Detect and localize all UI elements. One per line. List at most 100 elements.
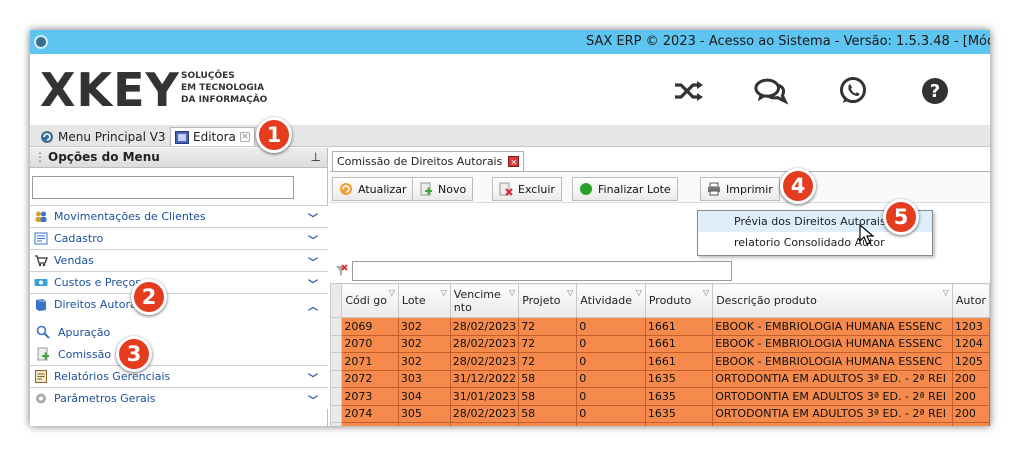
- clear-filter-icon[interactable]: [334, 263, 348, 277]
- table-cell[interactable]: 2070: [341, 335, 399, 353]
- col-header-codigo[interactable]: Códi go ▽: [341, 283, 399, 318]
- atualizar-button[interactable]: Atualizar: [332, 177, 414, 201]
- tab-comissao-direitos[interactable]: Comissão de Direitos Autorais ✕: [332, 151, 525, 171]
- table-cell[interactable]: 31/12/2022: [449, 370, 520, 388]
- table-row[interactable]: 2069 302 28/02/2023 72 0 1661 EBOOK - EMBRIOLO…: [329, 317, 990, 336]
- table-cell[interactable]: 0: [576, 370, 646, 388]
- menu-item-movimentacoes[interactable]: Movimentações de Clientes ﹀: [30, 205, 328, 227]
- menu-item-relatorio-consolidado[interactable]: relatorio Consolidado Autor: [698, 232, 932, 253]
- table-cell[interactable]: 28/02/2023: [449, 352, 520, 371]
- table-cell[interactable]: 200: [951, 405, 990, 423]
- table-cell[interactable]: 2071: [341, 352, 399, 371]
- table-cell[interactable]: 28/02/2023: [449, 422, 520, 426]
- table-cell[interactable]: 305: [397, 405, 451, 423]
- table-cell[interactable]: 2074: [341, 405, 399, 423]
- table-cell[interactable]: 58: [518, 405, 578, 423]
- imprimir-button[interactable]: Imprimir: [700, 177, 780, 201]
- table-cell[interactable]: 200: [951, 387, 990, 406]
- table-cell[interactable]: ORTODONTIA EM ADULTOS 3ª ED. - 2ª REI: [712, 370, 953, 388]
- menu-search-input[interactable]: [32, 176, 294, 199]
- menu-item-vendas[interactable]: Vendas ﹀: [30, 249, 328, 271]
- table-cell[interactable]: 303: [397, 370, 451, 388]
- table-cell[interactable]: 1204: [951, 335, 990, 353]
- submenu-item-apuracao[interactable]: Apuração: [30, 321, 328, 343]
- table-cell[interactable]: 200: [951, 422, 990, 426]
- menu-item-direitos-autorais[interactable]: Direitos Autorais ︿: [30, 293, 328, 315]
- table-cell[interactable]: 1661: [644, 317, 714, 336]
- table-cell[interactable]: 2072: [341, 370, 399, 388]
- table-cell[interactable]: 0: [576, 422, 646, 426]
- table-cell[interactable]: 1661: [644, 335, 714, 353]
- grid-filter-input[interactable]: [352, 261, 732, 281]
- table-cell[interactable]: ORTODONTIA OBJETIVA 2ª EDICAO 2ª REIN: [712, 422, 953, 426]
- table-cell[interactable]: 0: [576, 387, 646, 406]
- table-cell[interactable]: 306: [397, 422, 451, 426]
- table-row[interactable]: 2072 303 31/12/2022 58 0 1635 ORTODONTIA EM AD…: [329, 369, 990, 388]
- table-cell[interactable]: 302: [397, 352, 451, 371]
- table-row[interactable]: 207530628/02/20235701634ORTODONTIA OBJET…: [329, 422, 990, 426]
- col-header-vencimento[interactable]: Vencime nto ▽: [449, 283, 520, 318]
- table-cell[interactable]: EBOOK - EMBRIOLOGIA HUMANA ESSENC: [712, 317, 953, 336]
- filter-icon[interactable]: ▽: [509, 286, 515, 299]
- table-cell[interactable]: 2073: [341, 387, 399, 406]
- table-cell[interactable]: 0: [576, 317, 646, 336]
- table-row[interactable]: 2074 305 28/02/2023 58 0 1635 ORTODONTIA EM AD…: [329, 404, 990, 423]
- table-cell[interactable]: 28/02/2023: [449, 317, 520, 336]
- novo-button[interactable]: Novo: [412, 177, 474, 201]
- filter-icon[interactable]: ▽: [703, 286, 709, 299]
- filter-icon[interactable]: ▽: [389, 286, 395, 299]
- table-cell[interactable]: 1635: [644, 387, 714, 406]
- table-cell[interactable]: 57: [518, 422, 578, 426]
- table-cell[interactable]: 1635: [644, 370, 714, 388]
- col-header-autor[interactable]: Autor: [951, 283, 990, 318]
- table-cell[interactable]: 0: [576, 335, 646, 353]
- pin-icon[interactable]: ⊥: [311, 148, 321, 167]
- filter-icon[interactable]: ▽: [567, 286, 573, 299]
- submenu-item-comissao[interactable]: Comissão: [30, 343, 328, 365]
- close-tab-icon[interactable]: ✕: [508, 156, 520, 167]
- filter-icon[interactable]: ▽: [636, 286, 642, 299]
- table-cell[interactable]: 1205: [951, 352, 990, 371]
- table-cell[interactable]: 302: [397, 335, 451, 353]
- menu-item-custos[interactable]: Custos e Preços ﹀: [30, 271, 328, 293]
- table-cell[interactable]: 0: [576, 352, 646, 371]
- col-header-atividade[interactable]: Atividade ▽: [576, 283, 646, 318]
- table-cell[interactable]: 2069: [341, 317, 399, 336]
- table-cell[interactable]: 28/02/2023: [449, 405, 520, 423]
- table-cell[interactable]: 72: [518, 317, 578, 336]
- table-cell[interactable]: 58: [518, 370, 578, 388]
- table-cell[interactable]: 72: [518, 352, 578, 371]
- shuffle-icon[interactable]: [672, 76, 706, 106]
- table-cell[interactable]: 2075: [341, 422, 399, 426]
- table-row[interactable]: 2070 302 28/02/2023 72 0 1661 EBOOK - EMBRIOLO…: [329, 334, 990, 353]
- table-cell[interactable]: 302: [397, 317, 451, 336]
- table-row[interactable]: 2073 304 31/01/2023 58 0 1635 ORTODONTIA EM AD…: [329, 387, 990, 406]
- menu-item-cadastro[interactable]: Cadastro ﹀: [30, 227, 328, 249]
- table-cell[interactable]: 0: [576, 405, 646, 423]
- table-cell[interactable]: ORTODONTIA EM ADULTOS 3ª ED. - 2ª REI: [712, 387, 953, 406]
- table-cell[interactable]: 28/02/2023: [449, 335, 520, 353]
- excluir-button[interactable]: Excluir: [492, 177, 562, 201]
- table-cell[interactable]: 304: [397, 387, 451, 406]
- table-cell[interactable]: 72: [518, 335, 578, 353]
- table-cell[interactable]: 1661: [644, 352, 714, 371]
- table-cell[interactable]: EBOOK - EMBRIOLOGIA HUMANA ESSENC: [712, 335, 953, 353]
- table-row[interactable]: 2071 302 28/02/2023 72 0 1661 EBOOK - EMBRIOLO…: [329, 352, 990, 371]
- table-cell[interactable]: 31/01/2023: [449, 387, 520, 406]
- chat-icon[interactable]: [754, 76, 788, 106]
- tab-menu-principal[interactable]: Menu Principal V3: [36, 127, 170, 146]
- menu-item-parametros[interactable]: Parâmetros Gerais ﹀: [30, 387, 328, 409]
- col-header-descricao[interactable]: Descrição produto ▽: [712, 283, 953, 318]
- table-cell[interactable]: 1635: [644, 405, 714, 423]
- table-cell[interactable]: 58: [518, 387, 578, 406]
- table-cell[interactable]: EBOOK - EMBRIOLOGIA HUMANA ESSENC: [712, 352, 953, 371]
- table-cell[interactable]: ORTODONTIA EM ADULTOS 3ª ED. - 2ª REI: [712, 405, 953, 423]
- whatsapp-icon[interactable]: [836, 76, 870, 106]
- col-header-projeto[interactable]: Projeto ▽: [518, 283, 578, 318]
- menu-item-relatorios[interactable]: Relatórios Gerenciais ﹀: [30, 365, 328, 387]
- col-header-lote[interactable]: Lote ▽: [397, 283, 451, 318]
- close-tab-icon[interactable]: ×: [239, 132, 250, 142]
- table-cell[interactable]: 200: [951, 370, 990, 388]
- help-icon[interactable]: ?: [918, 76, 952, 106]
- col-header-produto[interactable]: Produto ▽: [644, 283, 714, 318]
